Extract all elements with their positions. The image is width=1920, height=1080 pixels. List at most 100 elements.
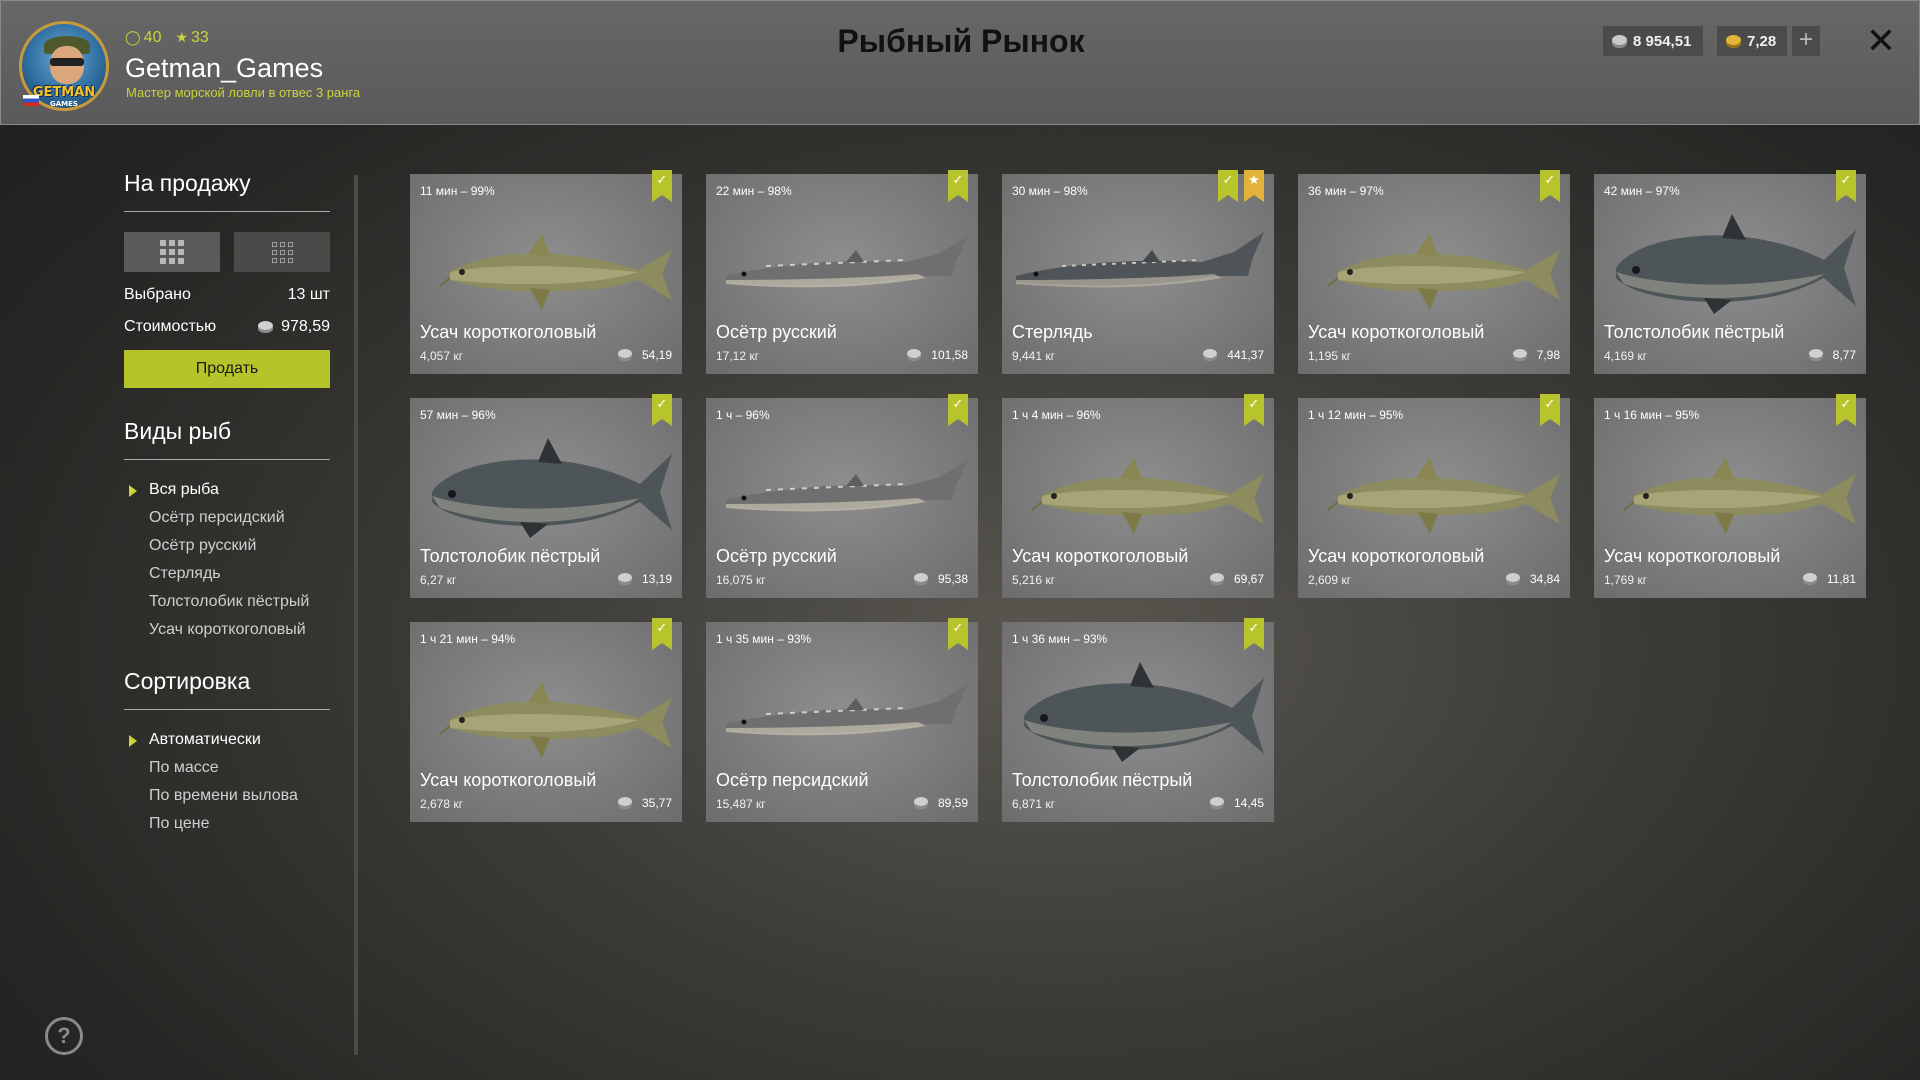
price-value: 35,77 bbox=[641, 796, 672, 810]
close-button[interactable]: ✕ bbox=[1863, 21, 1899, 61]
fish-name: Стерлядь bbox=[1012, 322, 1093, 342]
price-value: 54,19 bbox=[641, 348, 672, 362]
sort-option-item[interactable]: По времени вылова bbox=[124, 782, 330, 810]
sturgeon-fish-image bbox=[706, 662, 978, 762]
silver-coin-icon bbox=[617, 797, 632, 809]
catch-time-freshness: 36 мин – 97% bbox=[1308, 184, 1384, 198]
fish-price: 11,81 bbox=[1802, 572, 1856, 586]
fish-name: Усач короткоголовый bbox=[1308, 546, 1485, 566]
fish-card[interactable]: 30 мин – 98% Стерлядь 9,441 кг 441,37 ✓ ★ bbox=[1002, 170, 1274, 374]
fish-name: Толстолобик пёстрый bbox=[420, 546, 601, 566]
fish-card[interactable]: 22 мин – 98% Осётр русский 17,12 кг 101,58 ✓ bbox=[706, 170, 978, 374]
selected-label: Выбрано bbox=[124, 286, 191, 303]
sidebar: На продажу Выбрано 13 шт Стоимостью 978,… bbox=[124, 170, 330, 838]
catch-time-freshness: 11 мин – 99% bbox=[420, 184, 495, 198]
price-value: 69,67 bbox=[1233, 572, 1264, 586]
silver-balance: 8 954,51 bbox=[1603, 26, 1703, 56]
selected-check-icon[interactable]: ✓ bbox=[948, 394, 968, 426]
fish-price: 89,59 bbox=[913, 796, 968, 810]
fish-card[interactable]: 36 мин – 97% Усач короткоголовый 1,195 кг 7… bbox=[1298, 170, 1570, 374]
price-value: 95,38 bbox=[937, 572, 968, 586]
silver-coin-icon bbox=[913, 573, 928, 585]
russia-flag-icon bbox=[23, 95, 39, 106]
fish-card[interactable]: 1 ч 35 мин – 93% Осётр персидский 15,487 к… bbox=[706, 618, 978, 822]
barbel-fish-image bbox=[1298, 214, 1570, 314]
price-value: 8,77 bbox=[1832, 348, 1856, 362]
fish-card[interactable]: 1 ч – 96% Осётр русский 16,075 кг 95,38 ✓ bbox=[706, 394, 978, 598]
selected-check-icon[interactable]: ✓ bbox=[1218, 170, 1238, 202]
species-filter-item[interactable]: Вся рыба bbox=[124, 476, 330, 504]
species-filter-item[interactable]: Осётр русский bbox=[124, 532, 330, 560]
selected-check-icon[interactable]: ✓ bbox=[948, 170, 968, 202]
gold-coin-icon bbox=[1726, 34, 1741, 48]
fish-card[interactable]: 11 мин – 99% Усач короткоголовый 4,057 кг 5… bbox=[410, 170, 682, 374]
catch-time-freshness: 1 ч 4 мин – 96% bbox=[1012, 408, 1101, 422]
fish-name: Усач короткоголовый bbox=[1308, 322, 1485, 342]
trophy-star-icon: ★ bbox=[1244, 170, 1264, 202]
compact-view-button[interactable] bbox=[234, 232, 330, 272]
price-value: 89,59 bbox=[937, 796, 968, 810]
species-filter-item[interactable]: Толстолобик пёстрый bbox=[124, 588, 330, 616]
fish-weight: 2,678 кг bbox=[420, 797, 463, 811]
fish-weight: 5,216 кг bbox=[1012, 573, 1055, 587]
fish-card[interactable]: 1 ч 36 мин – 93% Толстолобик пёстрый 6,871… bbox=[1002, 618, 1274, 822]
selected-check-icon[interactable]: ✓ bbox=[652, 394, 672, 426]
fish-price: 14,45 bbox=[1209, 796, 1264, 810]
catch-time-freshness: 1 ч 16 мин – 95% bbox=[1604, 408, 1700, 422]
selected-check-icon[interactable]: ✓ bbox=[1244, 618, 1264, 650]
sturgeon-fish-image bbox=[706, 214, 978, 314]
selected-check-icon[interactable]: ✓ bbox=[1540, 170, 1560, 202]
selected-check-icon[interactable]: ✓ bbox=[1836, 394, 1856, 426]
fish-price: 441,37 bbox=[1203, 348, 1264, 362]
fish-card[interactable]: 1 ч 21 мин – 94% Усач короткоголовый 2,678… bbox=[410, 618, 682, 822]
catch-time-freshness: 1 ч 36 мин – 93% bbox=[1012, 632, 1108, 646]
selected-count-row: Выбрано 13 шт bbox=[124, 286, 330, 304]
silver-amount: 8 954,51 bbox=[1633, 32, 1692, 50]
fish-weight: 15,487 кг bbox=[716, 797, 766, 811]
sort-option-item[interactable]: По цене bbox=[124, 810, 330, 838]
selected-value: 13 шт bbox=[287, 286, 330, 303]
sort-option-item[interactable]: По массе bbox=[124, 754, 330, 782]
catch-time-freshness: 42 мин – 97% bbox=[1604, 184, 1680, 198]
fish-card[interactable]: 57 мин – 96% Толстолобик пёстрый 6,27 кг 13… bbox=[410, 394, 682, 598]
fish-weight: 17,12 кг bbox=[716, 349, 759, 363]
fish-name: Осётр персидский bbox=[716, 770, 869, 790]
catch-time-freshness: 1 ч – 96% bbox=[716, 408, 770, 422]
species-filter-item[interactable]: Осётр персидский bbox=[124, 504, 330, 532]
selected-check-icon[interactable]: ✓ bbox=[652, 618, 672, 650]
price-value: 11,81 bbox=[1826, 572, 1856, 586]
grid-view-button[interactable] bbox=[124, 232, 220, 272]
species-filter-item[interactable]: Стерлядь bbox=[124, 560, 330, 588]
species-filter-item[interactable]: Усач короткоголовый bbox=[124, 616, 330, 644]
catch-time-freshness: 22 мин – 98% bbox=[716, 184, 792, 198]
selected-check-icon[interactable]: ✓ bbox=[1540, 394, 1560, 426]
silver-coin-icon bbox=[907, 349, 922, 361]
silver-coin-icon bbox=[1505, 573, 1520, 585]
help-button[interactable]: ? bbox=[45, 1017, 83, 1055]
fish-weight: 4,169 кг bbox=[1604, 349, 1647, 363]
price-value: 14,45 bbox=[1233, 796, 1264, 810]
selected-check-icon[interactable]: ✓ bbox=[1244, 394, 1264, 426]
barbel-fish-image bbox=[1594, 438, 1866, 538]
fish-card[interactable]: 1 ч 12 мин – 95% Усач короткоголовый 2,609… bbox=[1298, 394, 1570, 598]
grid-outline-icon bbox=[271, 241, 293, 263]
fish-name: Усач короткоголовый bbox=[1604, 546, 1781, 566]
sterlet-fish-image bbox=[1002, 214, 1274, 314]
selected-check-icon[interactable]: ✓ bbox=[948, 618, 968, 650]
sell-button[interactable]: Продать bbox=[124, 350, 330, 388]
sort-options-list: Автоматически По массе По времени вылова По… bbox=[124, 726, 330, 838]
fish-name: Толстолобик пёстрый bbox=[1604, 322, 1785, 342]
fish-card[interactable]: 42 мин – 97% Толстолобик пёстрый 4,169 кг 8… bbox=[1594, 170, 1866, 374]
catch-time-freshness: 1 ч 12 мин – 95% bbox=[1308, 408, 1404, 422]
selected-check-icon[interactable]: ✓ bbox=[652, 170, 672, 202]
fish-name: Усач короткоголовый bbox=[420, 322, 597, 342]
fish-card[interactable]: 1 ч 16 мин – 95% Усач короткоголовый 1,769… bbox=[1594, 394, 1866, 598]
selected-check-icon[interactable]: ✓ bbox=[1836, 170, 1856, 202]
fish-card[interactable]: 1 ч 4 мин – 96% Усач короткоголовый 5,216 … bbox=[1002, 394, 1274, 598]
add-currency-button[interactable]: + bbox=[1792, 26, 1820, 56]
fish-name: Усач короткоголовый bbox=[1012, 546, 1189, 566]
fish-weight: 1,769 кг bbox=[1604, 573, 1647, 587]
fish-name: Толстолобик пёстрый bbox=[1012, 770, 1193, 790]
cost-value: 978,59 bbox=[281, 318, 330, 335]
sort-option-item[interactable]: Автоматически bbox=[124, 726, 330, 754]
